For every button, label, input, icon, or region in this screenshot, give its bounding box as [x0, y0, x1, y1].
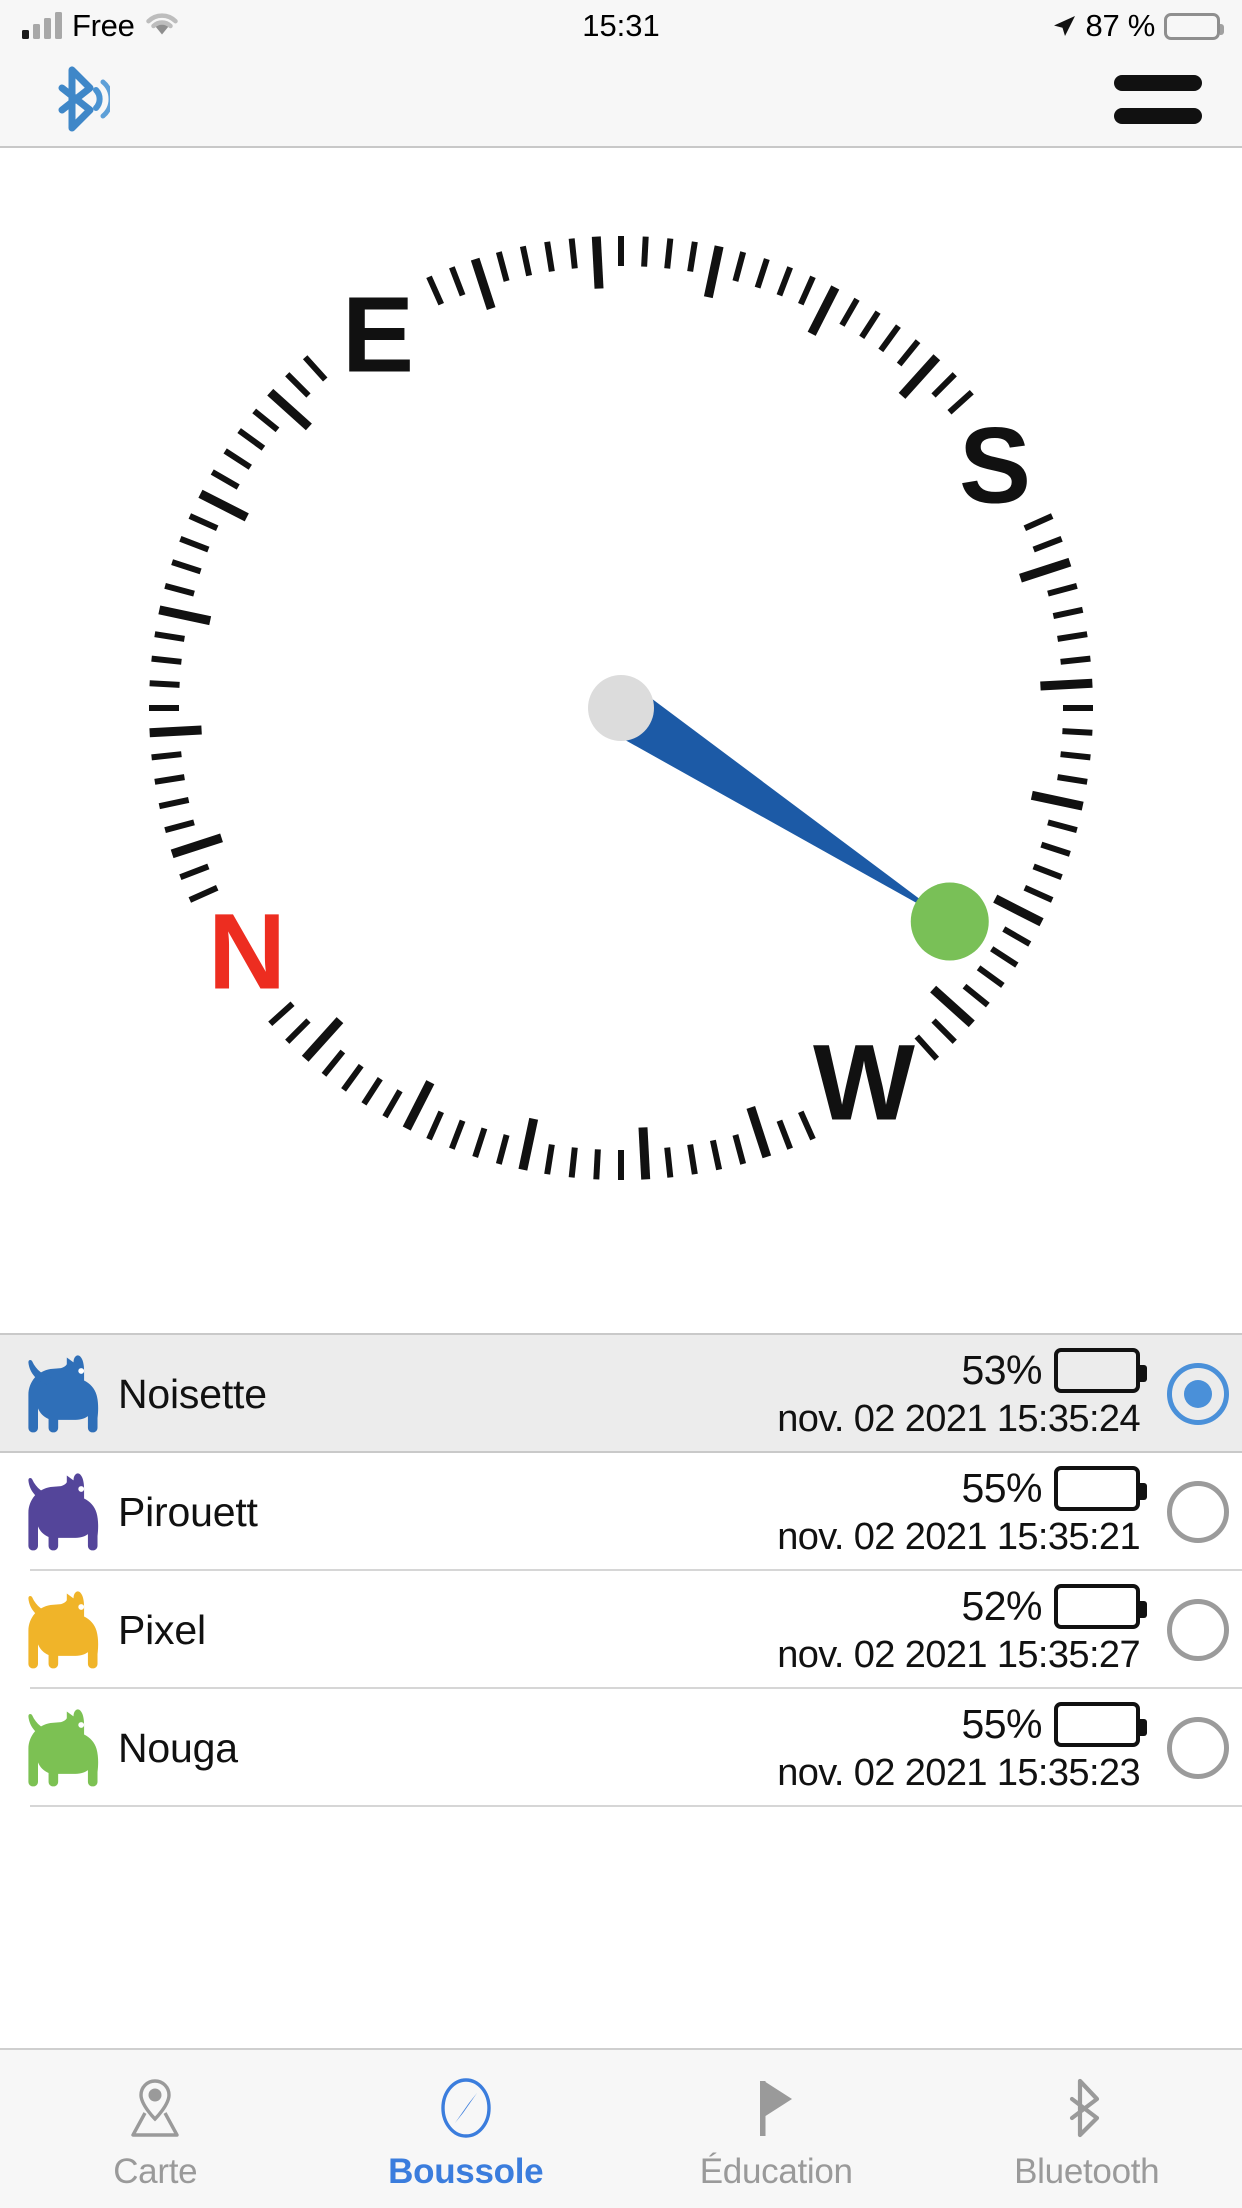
- device-timestamp-label: nov. 02 2021 15:35:24: [777, 1398, 1140, 1440]
- device-battery: 52%: [961, 1583, 1147, 1630]
- device-battery-label: 52%: [961, 1583, 1042, 1629]
- device-name-label: Noisette: [118, 1370, 267, 1417]
- device-battery: 53%: [961, 1347, 1147, 1394]
- device-row[interactable]: Nouga 55% nov. 02 2021 15:35:23: [0, 1689, 1242, 1807]
- compass-cardinal-n: N: [208, 890, 286, 1011]
- dog-icon: [14, 1464, 110, 1560]
- battery-icon: [1054, 1702, 1147, 1747]
- battery-icon: [1054, 1466, 1147, 1511]
- compass-needle: [606, 686, 950, 922]
- radio-button-icon[interactable]: [1167, 1717, 1229, 1779]
- device-timestamp-label: nov. 02 2021 15:35:27: [777, 1634, 1140, 1676]
- device-status: 53% nov. 02 2021 15:35:24: [777, 1347, 1154, 1441]
- device-select-radio[interactable]: [1154, 1717, 1242, 1779]
- tab-carte[interactable]: Carte: [0, 2050, 311, 2208]
- battery-icon: [1054, 1584, 1147, 1629]
- bluetooth-connected-icon[interactable]: [52, 64, 114, 134]
- device-battery: 55%: [961, 1701, 1147, 1748]
- tab-ducation[interactable]: Éducation: [621, 2050, 932, 2208]
- device-timestamp-label: nov. 02 2021 15:35:23: [777, 1752, 1140, 1794]
- device-status: 55% nov. 02 2021 15:35:23: [777, 1701, 1154, 1795]
- device-battery-label: 53%: [961, 1347, 1042, 1393]
- tab-bar[interactable]: Carte Boussole Éducation Bluetooth: [0, 2048, 1242, 2208]
- dog-icon: [28, 1355, 99, 1433]
- tab-label: Bluetooth: [1014, 2151, 1160, 2191]
- compass-hub: [588, 675, 654, 741]
- device-status: 55% nov. 02 2021 15:35:21: [777, 1465, 1154, 1559]
- compass-icon: [437, 2077, 495, 2139]
- tab-label: Carte: [113, 2151, 198, 2191]
- compass-view[interactable]: N E S W: [0, 148, 1242, 1333]
- dog-icon: [14, 1582, 110, 1678]
- device-battery-label: 55%: [961, 1701, 1042, 1747]
- radio-button-icon[interactable]: [1167, 1599, 1229, 1661]
- device-timestamp-label: nov. 02 2021 15:35:21: [777, 1516, 1140, 1558]
- navigation-bar: [0, 52, 1242, 148]
- compass-dial[interactable]: N E S W: [0, 148, 1242, 1333]
- clock-label: 15:31: [582, 8, 660, 43]
- compass-cardinal-w: W: [813, 1022, 915, 1143]
- device-select-radio[interactable]: [1154, 1481, 1242, 1543]
- tab-bluetooth[interactable]: Bluetooth: [932, 2050, 1242, 2208]
- flag-icon: [750, 2077, 802, 2139]
- dog-icon: [14, 1700, 110, 1796]
- dog-icon: [28, 1473, 99, 1551]
- device-row[interactable]: Pixel 52% nov. 02 2021 15:35:27: [0, 1571, 1242, 1689]
- device-row[interactable]: Pirouett 55% nov. 02 2021 15:35:21: [0, 1453, 1242, 1571]
- dog-icon: [14, 1346, 110, 1442]
- device-name-label: Nouga: [118, 1724, 238, 1771]
- device-name-label: Pixel: [118, 1606, 206, 1653]
- compass-cardinal-s: S: [959, 405, 1031, 526]
- radio-button-icon[interactable]: [1167, 1481, 1229, 1543]
- device-list[interactable]: Noisette 53% nov. 02 2021 15:35:24 Pirouett…: [0, 1333, 1242, 2048]
- dog-icon: [28, 1709, 99, 1787]
- tab-label: Éducation: [699, 2151, 853, 2191]
- device-name-label: Pirouett: [118, 1488, 258, 1535]
- map-pin-icon: [125, 2077, 185, 2139]
- app-root: Free 15:31 87 % N E S W Noisette 53% nov…: [0, 0, 1242, 2208]
- tab-boussole[interactable]: Boussole: [311, 2050, 622, 2208]
- compass-cardinal-e: E: [342, 273, 414, 394]
- device-battery: 55%: [961, 1465, 1147, 1512]
- device-battery-label: 55%: [961, 1465, 1042, 1511]
- battery-icon: [1054, 1348, 1147, 1393]
- battery-icon: [1164, 12, 1224, 40]
- dog-icon: [28, 1591, 99, 1669]
- hamburger-menu-icon[interactable]: [1112, 69, 1204, 130]
- tab-label: Boussole: [388, 2151, 544, 2191]
- bluetooth-icon: [1064, 2077, 1110, 2139]
- compass-target-marker: [910, 882, 989, 961]
- radio-button-icon[interactable]: [1167, 1363, 1229, 1425]
- device-select-radio[interactable]: [1154, 1599, 1242, 1661]
- status-bar: Free 15:31 87 %: [0, 0, 1242, 52]
- device-select-radio[interactable]: [1154, 1363, 1242, 1425]
- device-row[interactable]: Noisette 53% nov. 02 2021 15:35:24: [0, 1335, 1242, 1453]
- row-separator: [30, 1805, 1242, 1807]
- device-status: 52% nov. 02 2021 15:35:27: [777, 1583, 1154, 1677]
